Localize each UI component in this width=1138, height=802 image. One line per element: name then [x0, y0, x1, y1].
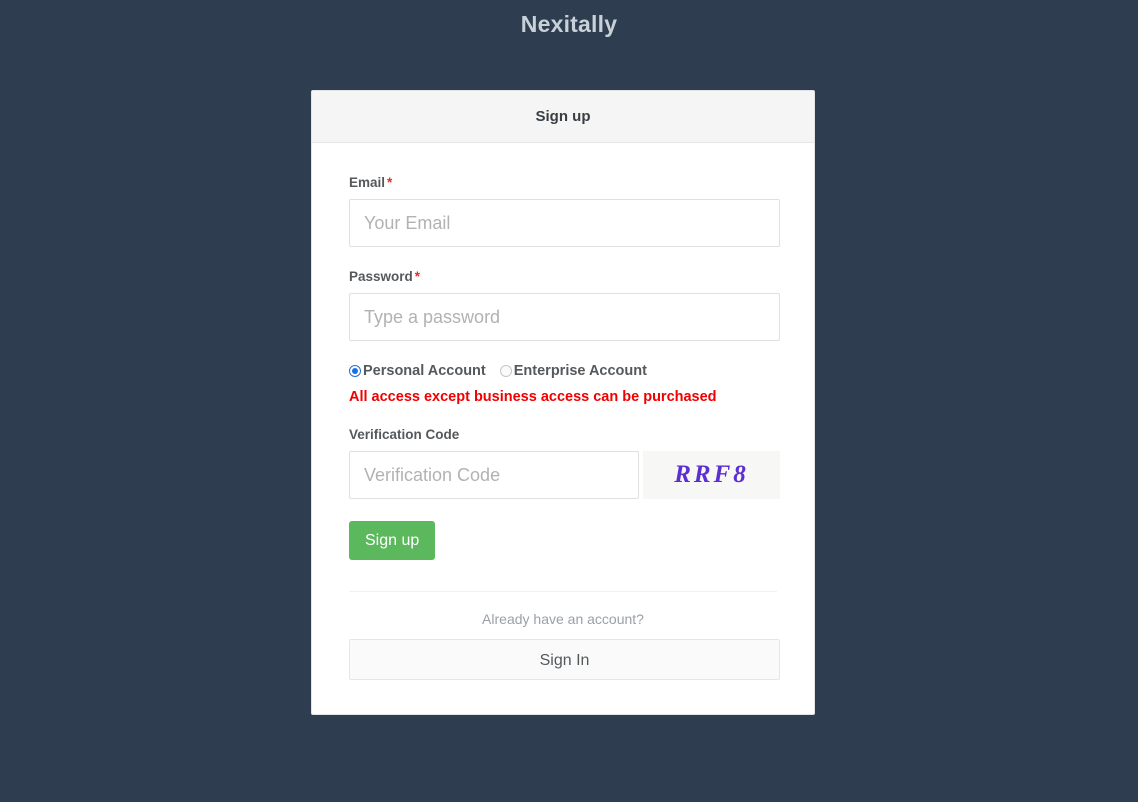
password-input[interactable] [349, 293, 780, 341]
already-have-account-text: Already have an account? [482, 611, 644, 627]
password-label-text: Password [349, 269, 413, 284]
email-label-text: Email [349, 175, 386, 190]
radio-option-enterprise-account[interactable]: Enterprise Account [499, 363, 647, 379]
verification-code-input[interactable] [349, 451, 639, 499]
verification-row: RRF8 [349, 451, 780, 499]
signup-page: Nexitally Sign up Email* Password* Perso… [0, 0, 1138, 802]
account-type-radio-group: Personal Account Enterprise Account [349, 363, 777, 379]
brand-title: Nexitally [520, 11, 618, 37]
verification-label: Verification Code [349, 427, 460, 442]
footer-divider [349, 591, 777, 592]
card-body: Email* Password* Personal Account Enterp… [312, 143, 814, 714]
radio-label-personal-account: Personal Account [363, 363, 486, 379]
radio-selected-icon[interactable] [349, 365, 361, 377]
radio-label-enterprise-account: Enterprise Account [513, 363, 647, 379]
card-header-title: Sign up [312, 91, 814, 143]
verification-field-block: Verification Code RRF8 [349, 427, 780, 499]
password-field-block: Password * [349, 269, 780, 341]
email-label: Email * [349, 175, 777, 190]
account-type-warning-text: All access except business access can be… [349, 389, 717, 405]
signup-card: Sign up Email* Password* Personal Accoun… [311, 90, 815, 715]
password-required-asterisk: * [414, 269, 421, 284]
captcha-image[interactable]: RRF8 [643, 451, 780, 499]
radio-option-personal-account[interactable]: Personal Account [349, 363, 486, 379]
signup-button[interactable]: Sign up [349, 521, 436, 560]
radio-unselected-icon[interactable] [499, 365, 512, 377]
email-field-block: Email * [349, 175, 780, 247]
password-label: Password * [349, 269, 777, 284]
signin-button[interactable]: Sign In [349, 639, 780, 680]
email-input[interactable] [349, 199, 780, 247]
email-required-asterisk: * [387, 175, 393, 190]
